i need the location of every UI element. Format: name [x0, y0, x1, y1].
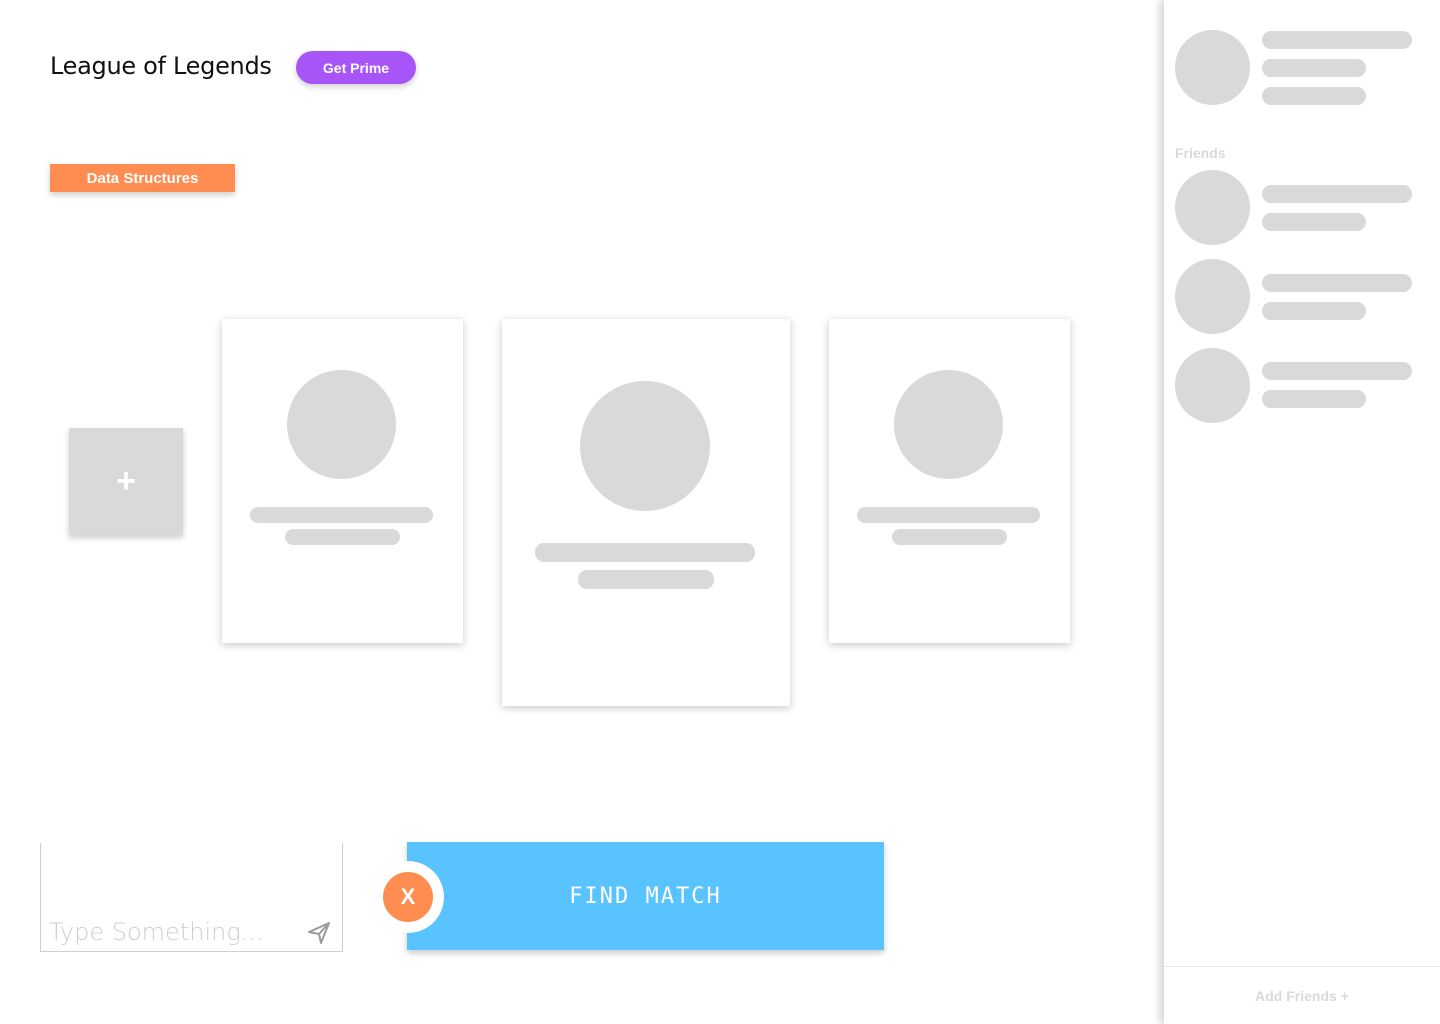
avatar-placeholder	[287, 370, 396, 479]
subtitle-placeholder	[892, 529, 1007, 545]
avatar-placeholder	[894, 370, 1003, 479]
friends-heading: Friends	[1175, 145, 1226, 161]
friend-name-placeholder	[1262, 274, 1412, 292]
friend-status-placeholder	[1262, 390, 1366, 408]
profile-name-placeholder	[1262, 31, 1412, 49]
friend-avatar	[1175, 170, 1250, 245]
player-card-left[interactable]	[222, 319, 463, 643]
player-card-center[interactable]	[502, 319, 790, 706]
friend-avatar	[1175, 348, 1250, 423]
friends-sidebar: Friends Add Friends +	[1164, 0, 1440, 1024]
subtitle-placeholder	[285, 529, 400, 545]
player-card-right[interactable]	[829, 319, 1070, 643]
name-placeholder	[250, 507, 433, 523]
avatar-placeholder	[580, 381, 710, 511]
plus-icon: +	[116, 462, 136, 500]
find-match-button[interactable]: FIND MATCH	[407, 842, 884, 950]
name-placeholder	[535, 543, 755, 562]
cancel-button[interactable]: X	[383, 872, 433, 922]
friend-avatar	[1175, 259, 1250, 334]
friend-name-placeholder	[1262, 185, 1412, 203]
profile-detail-placeholder	[1262, 59, 1366, 77]
add-card-button[interactable]: +	[69, 428, 183, 535]
friend-status-placeholder	[1262, 302, 1366, 320]
subtitle-placeholder	[578, 570, 714, 589]
add-friends-button[interactable]: Add Friends +	[1164, 966, 1440, 1024]
category-tag[interactable]: Data Structures	[50, 164, 235, 192]
send-icon[interactable]	[307, 921, 331, 945]
get-prime-button[interactable]: Get Prime	[296, 51, 416, 84]
friend-status-placeholder	[1262, 213, 1366, 231]
chat-box	[40, 843, 343, 952]
profile-detail-placeholder	[1262, 87, 1366, 105]
page-title: League of Legends	[50, 52, 272, 80]
chat-input[interactable]	[49, 917, 299, 947]
friend-name-placeholder	[1262, 362, 1412, 380]
profile-avatar	[1175, 30, 1250, 105]
name-placeholder	[857, 507, 1040, 523]
